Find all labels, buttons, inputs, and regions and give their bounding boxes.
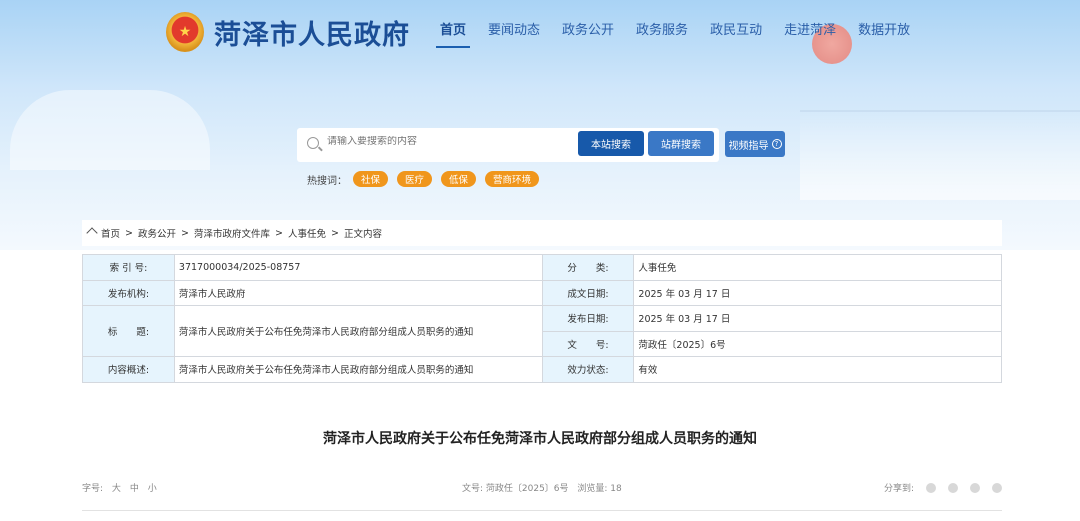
share-weibo-icon[interactable] — [948, 482, 959, 493]
breadcrumb-open-government[interactable]: 政务公开 — [138, 226, 176, 240]
font-size-controls: 字号: 大 中 小 — [82, 481, 163, 494]
site-search-button[interactable]: 本站搜索 — [578, 131, 644, 156]
hot-tag[interactable]: 医疗 — [397, 171, 433, 187]
title-label: 标 题: — [82, 305, 175, 357]
font-large-button[interactable]: 大 — [112, 484, 121, 494]
status-label: 效力状态: — [541, 356, 635, 383]
written-date-value: 2025 年 03 月 17 日 — [633, 279, 1002, 306]
summary-value: 菏泽市人民政府关于公布任免菏泽市人民政府部分组成人员职务的通知 — [173, 356, 543, 383]
group-search-button[interactable]: 站群搜索 — [648, 131, 714, 156]
nav-interaction[interactable]: 政民互动 — [710, 19, 762, 45]
title-value: 菏泽市人民政府关于公布任免菏泽市人民政府部分组成人员职务的通知 — [173, 305, 543, 357]
table-row: 内容概述: 菏泽市人民政府关于公布任免菏泽市人民政府部分组成人员职务的通知 效力… — [82, 356, 1002, 383]
search-icon — [307, 137, 319, 149]
site-title: 菏泽市人民政府 — [214, 19, 410, 51]
table-row: 标 题: 菏泽市人民政府关于公布任免菏泽市人民政府部分组成人员职务的通知 发布日… — [82, 305, 1002, 357]
national-emblem-icon: ★ — [166, 12, 204, 52]
view-count: 浏览量: 18 — [577, 484, 622, 494]
index-label: 索 引 号: — [82, 254, 175, 281]
share-qq-icon[interactable] — [970, 482, 981, 493]
article-title: 菏泽市人民政府关于公布任免菏泽市人民政府部分组成人员职务的通知 — [323, 431, 757, 447]
share-bar: 分享到: — [884, 481, 1003, 494]
share-label: 分享到: — [884, 484, 915, 494]
share-qzone-icon[interactable] — [992, 482, 1003, 493]
nav-about-heze[interactable]: 走进菏泽 — [784, 19, 836, 45]
font-small-button[interactable]: 小 — [148, 484, 157, 494]
nav-open-government[interactable]: 政务公开 — [562, 19, 614, 45]
breadcrumb-document-library[interactable]: 菏泽市政府文件库 — [194, 226, 270, 240]
help-icon: ? — [771, 139, 782, 149]
nav-news[interactable]: 要闻动态 — [488, 19, 540, 45]
share-wechat-icon[interactable] — [926, 482, 937, 493]
article-info: 文号: 菏政任〔2025〕6号 浏览量: 18 — [462, 481, 628, 494]
published-date-value: 2025 年 03 月 17 日 — [633, 305, 1002, 332]
breadcrumb: 首页 > 政务公开 > 菏泽市政府文件库 > 人事任免 > 正文内容 — [82, 220, 1002, 246]
status-value: 有效 — [633, 356, 1002, 383]
nav-services[interactable]: 政务服务 — [636, 19, 688, 45]
index-value: 3717000034/2025-08757 — [173, 254, 543, 281]
building-illustration — [10, 90, 210, 170]
font-medium-button[interactable]: 中 — [130, 484, 139, 494]
doc-number: 文号: 菏政任〔2025〕6号 — [462, 484, 569, 494]
summary-label: 内容概述: — [82, 356, 175, 383]
breadcrumb-appointments[interactable]: 人事任免 — [288, 226, 326, 240]
category-label: 分 类: — [541, 254, 635, 281]
nav-home[interactable]: 首页 — [435, 19, 471, 48]
written-date-label: 成文日期: — [541, 279, 635, 306]
doc-number-value: 菏政任〔2025〕6号 — [633, 330, 1002, 357]
breadcrumb-current: 正文内容 — [343, 229, 382, 240]
main-nav: 首页 要闻动态 政务公开 政务服务 政民互动 走进菏泽 数据开放 — [435, 19, 932, 48]
doc-number-label: 文 号: — [541, 330, 635, 357]
category-value: 人事任免 — [633, 254, 1002, 281]
hot-tag[interactable]: 营商环境 — [485, 171, 540, 187]
breadcrumb-home[interactable]: 首页 — [101, 226, 120, 240]
video-guide-button[interactable]: 视频指导? — [725, 131, 785, 157]
hot-search-label: 热搜词： — [307, 175, 347, 187]
video-guide-label: 视频指导 — [728, 140, 769, 152]
table-row: 发布机构: 菏泽市人民政府 成文日期: 2025 年 03 月 17 日 — [82, 279, 1002, 306]
published-date-label: 发布日期: — [541, 305, 635, 332]
hot-tag[interactable]: 社保 — [353, 171, 389, 187]
home-icon — [86, 228, 97, 238]
nav-open-data[interactable]: 数据开放 — [858, 19, 910, 45]
hot-tag[interactable]: 低保 — [441, 171, 477, 187]
font-size-label: 字号: — [82, 484, 104, 494]
table-row: 索 引 号: 3717000034/2025-08757 分 类: 人事任免 — [82, 254, 1002, 281]
document-meta-table: 索 引 号: 3717000034/2025-08757 分 类: 人事任免 发… — [82, 254, 1002, 383]
search-input[interactable] — [327, 136, 567, 147]
bridge-illustration — [800, 110, 1080, 200]
publisher-label: 发布机构: — [82, 279, 175, 306]
publisher-value: 菏泽市人民政府 — [173, 279, 543, 306]
hot-search: 热搜词： 社保 医疗 低保 营商环境 — [307, 171, 548, 187]
divider — [82, 510, 1002, 511]
site-logo[interactable]: ★ 菏泽市人民政府 — [166, 12, 410, 52]
